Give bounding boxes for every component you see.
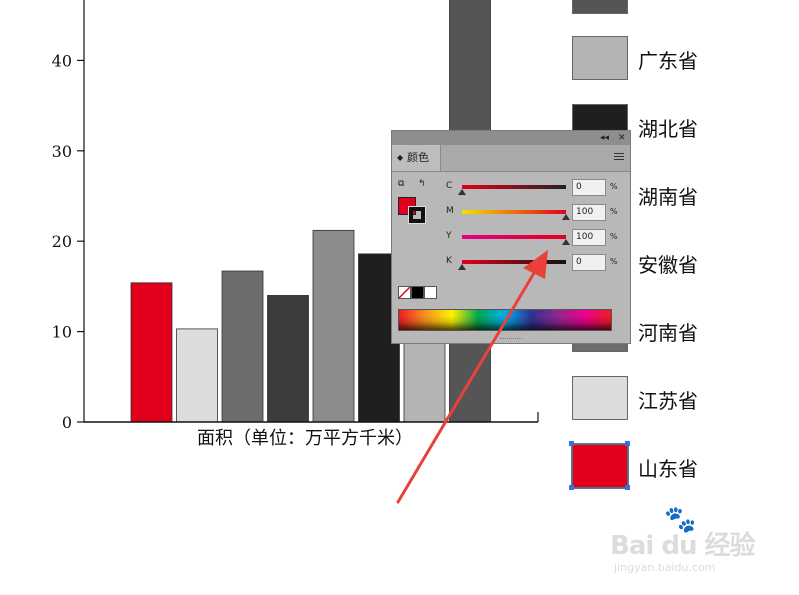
fill-stroke-widget: ⧉ ↰: [398, 179, 432, 225]
y-tick-label: 30: [52, 142, 72, 161]
bar[interactable]: [176, 328, 218, 423]
slider-value-input[interactable]: 0: [572, 179, 606, 196]
default-colors-icon[interactable]: ⧉: [398, 179, 404, 189]
y-axis: 0 10 20 30 40: [52, 0, 85, 432]
legend-label: 湖北省: [638, 117, 698, 141]
bar[interactable]: [221, 270, 264, 423]
panel-titlebar[interactable]: ◂◂ ✕: [392, 131, 630, 145]
tab-color-label: 颜色: [407, 151, 429, 164]
legend-swatch[interactable]: [571, 443, 629, 489]
slider-value-input[interactable]: 100: [572, 204, 606, 221]
slider-value-input[interactable]: 100: [572, 229, 606, 246]
y-tick-label: 40: [52, 51, 72, 70]
slider-row-c: C 0%: [442, 179, 622, 199]
tab-toggle-icon: ◆: [397, 153, 404, 162]
none-swatch[interactable]: [398, 286, 411, 299]
slider-row-m: M 100%: [442, 204, 622, 224]
y-tick-label: 10: [52, 323, 72, 342]
percent-label: %: [610, 257, 618, 266]
watermark-logo: Bai du 经验: [610, 531, 755, 561]
legend-label: 山东省: [638, 457, 698, 481]
slider-value-input[interactable]: 0: [572, 254, 606, 271]
slider-track[interactable]: [462, 235, 566, 239]
selection-handle[interactable]: [569, 441, 574, 446]
y-tick-label: 20: [52, 232, 72, 251]
close-icon[interactable]: ✕: [618, 131, 626, 145]
watermark-url: jingyan.baidu.com: [614, 561, 716, 574]
panel-tab-row: ◆ 颜色: [392, 145, 630, 172]
selection-handle[interactable]: [625, 441, 630, 446]
legend-label: 湖南省: [638, 185, 698, 209]
stroke-color-swatch[interactable]: [408, 206, 426, 224]
slider-thumb[interactable]: [458, 189, 466, 195]
slider-letter: K: [446, 256, 452, 266]
legend-label: 江苏省: [638, 389, 698, 413]
swap-colors-icon[interactable]: ↰: [418, 179, 426, 189]
legend-item[interactable]: 江苏省: [572, 376, 772, 422]
bar[interactable]: [312, 229, 355, 423]
slider-track[interactable]: [462, 210, 566, 214]
panel-menu-icon[interactable]: [614, 153, 624, 162]
x-axis-label: 面积（单位：万平方千米）: [197, 428, 413, 449]
quick-swatches: [398, 286, 438, 299]
percent-label: %: [610, 182, 618, 191]
slider-letter: Y: [446, 231, 452, 241]
slider-thumb[interactable]: [562, 239, 570, 245]
legend-item[interactable]: 广东省: [572, 36, 772, 82]
slider-row-y: Y 100%: [442, 229, 622, 249]
selection-handle[interactable]: [569, 485, 574, 490]
watermark: 🐾 Bai du 经验 jingyan.baidu.com: [610, 505, 760, 585]
legend-label: 河南省: [638, 321, 698, 345]
slider-letter: M: [446, 206, 454, 216]
bar[interactable]: [267, 295, 309, 423]
slider-track[interactable]: [462, 185, 566, 189]
y-tick-label: 0: [62, 413, 72, 432]
bar[interactable]: [130, 282, 173, 423]
legend-swatch[interactable]: [572, 36, 628, 80]
slider-thumb[interactable]: [458, 264, 466, 270]
slider-track[interactable]: [462, 260, 566, 264]
tab-color[interactable]: ◆ 颜色: [392, 145, 441, 171]
color-spectrum[interactable]: [398, 309, 612, 331]
black-swatch[interactable]: [411, 286, 424, 299]
slider-row-k: K 0%: [442, 254, 622, 274]
percent-label: %: [610, 207, 618, 216]
legend-item[interactable]: 山东省: [569, 441, 772, 490]
legend-label: 广东省: [638, 49, 698, 73]
legend-swatch[interactable]: [572, 376, 628, 420]
legend-swatch[interactable]: [572, 0, 628, 14]
legend-item[interactable]: [572, 0, 772, 16]
slider-thumb[interactable]: [562, 214, 570, 220]
selection-handle[interactable]: [625, 485, 630, 490]
color-panel[interactable]: ◂◂ ✕ ◆ 颜色 ⧉ ↰ C 0% M 100% Y 100% K 0%: [391, 130, 631, 344]
percent-label: %: [610, 232, 618, 241]
legend-label: 安徽省: [638, 253, 698, 277]
panel-resize-handle[interactable]: [500, 338, 522, 342]
collapse-panel-icon[interactable]: ◂◂: [600, 131, 609, 145]
slider-letter: C: [446, 181, 453, 191]
white-swatch[interactable]: [424, 286, 437, 299]
